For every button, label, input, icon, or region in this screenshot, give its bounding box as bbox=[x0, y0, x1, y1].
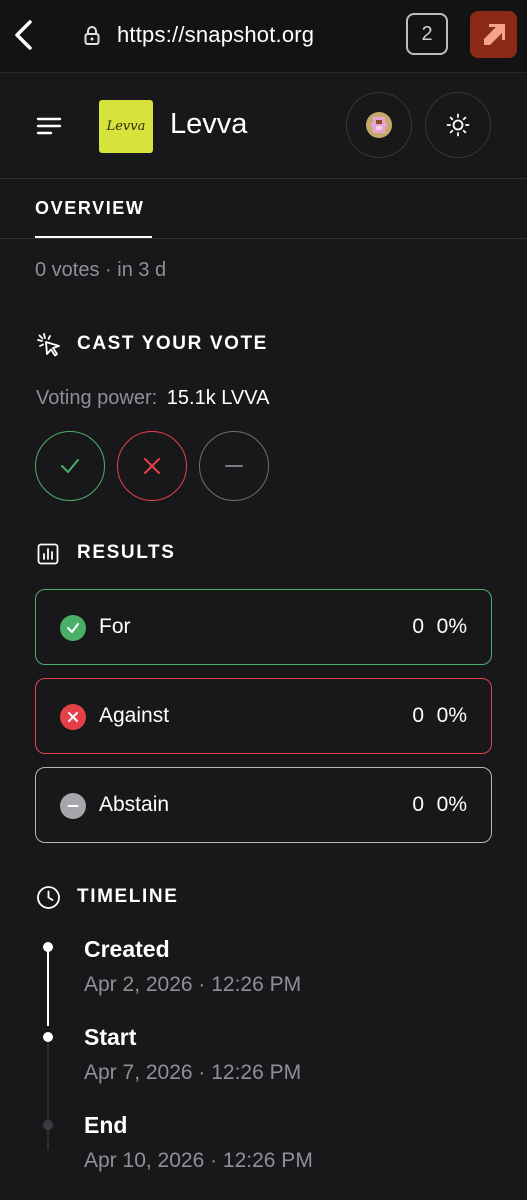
bar-chart-icon bbox=[37, 543, 59, 565]
result-against: Against 0 0% bbox=[35, 678, 492, 754]
timeline-event-date: Apr 10, 2026 · 12:26 PM bbox=[84, 1149, 313, 1172]
external-link-button[interactable] bbox=[470, 11, 517, 58]
timeline-dot bbox=[43, 942, 53, 952]
result-count: 0 bbox=[412, 793, 424, 816]
theme-toggle-button[interactable] bbox=[425, 92, 491, 158]
result-label: Abstain bbox=[99, 793, 170, 816]
account-button[interactable] bbox=[346, 92, 412, 158]
tab-count-button[interactable]: 2 bbox=[406, 13, 448, 55]
x-icon bbox=[60, 704, 86, 730]
cast-vote-title: CAST YOUR VOTE bbox=[77, 333, 268, 354]
check-icon bbox=[60, 615, 86, 641]
browser-toolbar: https://snapshot.org 2 bbox=[0, 0, 527, 73]
result-abstain: Abstain 0 0% bbox=[35, 767, 492, 843]
result-for: For 0 0% bbox=[35, 589, 492, 665]
timeline-event-label: Created bbox=[84, 936, 170, 962]
result-label: Against bbox=[99, 704, 170, 727]
vote-summary: 0 votes · in 3 d bbox=[35, 259, 167, 281]
result-percent: 0% bbox=[436, 793, 467, 816]
vote-abstain-button[interactable] bbox=[199, 431, 269, 501]
lock-icon bbox=[84, 26, 100, 45]
results-title: RESULTS bbox=[77, 542, 176, 563]
space-logo[interactable]: Levva bbox=[99, 100, 153, 153]
result-percent: 0% bbox=[436, 704, 467, 727]
result-count: 0 bbox=[412, 704, 424, 727]
timeline-dot bbox=[43, 1120, 53, 1130]
timeline-title: TIMELINE bbox=[77, 886, 179, 907]
timeline-line-completed bbox=[47, 946, 49, 1026]
timeline-line-pending bbox=[47, 1040, 49, 1150]
sun-icon bbox=[446, 113, 470, 137]
avatar-icon bbox=[366, 112, 392, 138]
timeline-event-label: Start bbox=[84, 1024, 137, 1050]
timeline-event-label: End bbox=[84, 1112, 128, 1138]
address-bar[interactable]: https://snapshot.org bbox=[84, 18, 314, 52]
voting-power: Voting power: 15.1k LVVA bbox=[36, 387, 269, 410]
timeline-event-date: Apr 7, 2026 · 12:26 PM bbox=[84, 1061, 302, 1084]
minus-icon bbox=[225, 465, 243, 467]
result-percent: 0% bbox=[436, 615, 467, 638]
clock-icon bbox=[37, 886, 60, 909]
x-icon bbox=[144, 458, 160, 474]
timeline-event-date: Apr 2, 2026 · 12:26 PM bbox=[84, 973, 302, 996]
vote-against-button[interactable] bbox=[117, 431, 187, 501]
minus-icon bbox=[60, 793, 86, 819]
check-icon bbox=[61, 459, 79, 473]
tab-bar: OVERVIEW bbox=[0, 179, 527, 239]
timeline-dot bbox=[43, 1032, 53, 1042]
tab-overview[interactable]: OVERVIEW bbox=[35, 198, 145, 219]
back-arrow-icon[interactable] bbox=[10, 18, 38, 52]
space-name[interactable]: Levva bbox=[170, 108, 247, 141]
space-header: Levva Levva bbox=[0, 72, 527, 179]
result-label: For bbox=[99, 615, 131, 638]
result-count: 0 bbox=[412, 615, 424, 638]
external-link-icon bbox=[483, 23, 505, 45]
tab-active-indicator bbox=[35, 236, 152, 238]
cursor-click-icon bbox=[37, 333, 60, 357]
voting-power-label: Voting power: bbox=[36, 387, 158, 409]
voting-power-value[interactable]: 15.1k LVVA bbox=[167, 387, 270, 409]
vote-for-button[interactable] bbox=[35, 431, 105, 501]
menu-icon[interactable] bbox=[36, 116, 62, 136]
url-text: https://snapshot.org bbox=[117, 22, 315, 47]
